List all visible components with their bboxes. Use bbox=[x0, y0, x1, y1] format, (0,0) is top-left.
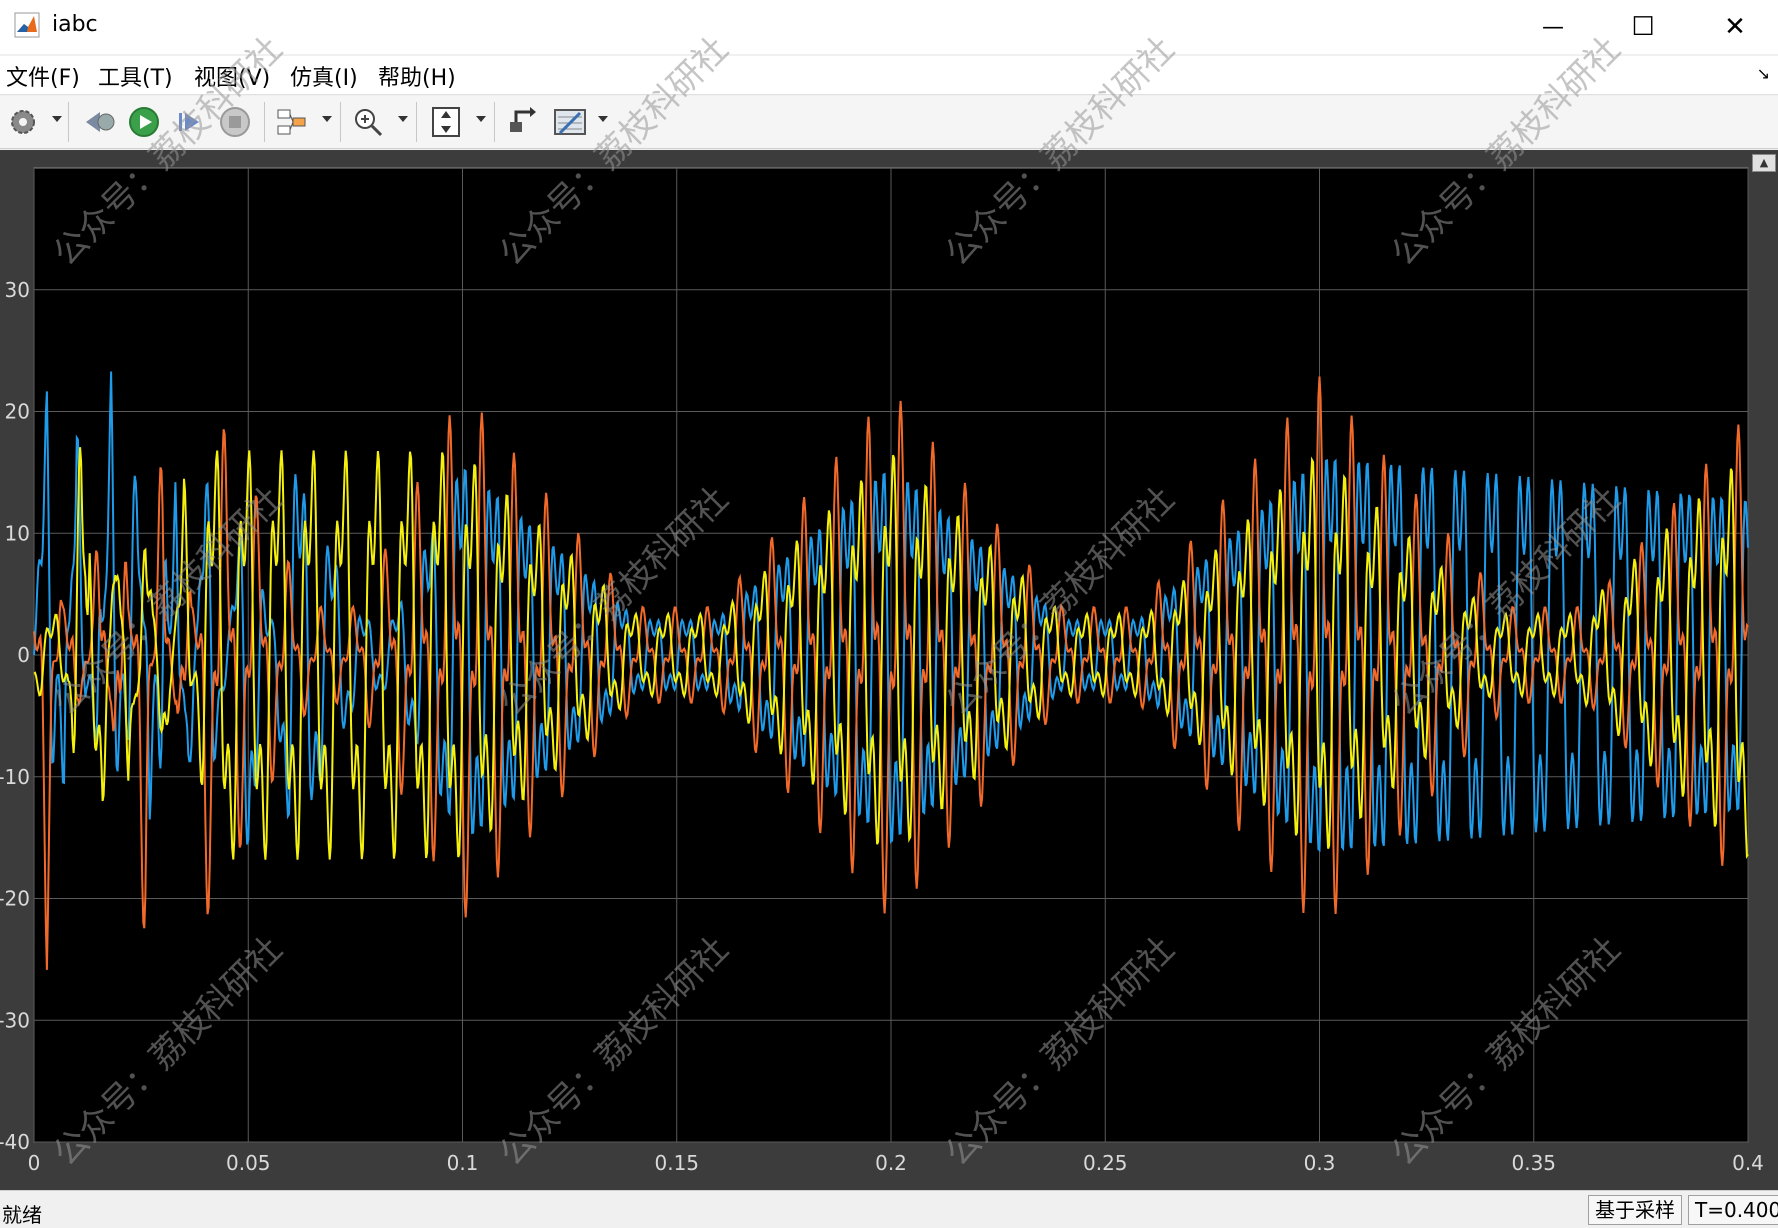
x-tick-label: 0.2 bbox=[875, 1151, 907, 1175]
toolbar-separator bbox=[416, 102, 417, 142]
toolbar-separator bbox=[68, 102, 69, 142]
y-tick-label: -30 bbox=[0, 1008, 30, 1032]
matlab-logo-icon bbox=[14, 12, 40, 38]
autoscale-dropdown-icon[interactable] bbox=[476, 116, 486, 122]
y-tick-label: 0 bbox=[17, 643, 30, 667]
menu-simulation[interactable]: 仿真(I) bbox=[290, 60, 358, 92]
window-title: iabc bbox=[52, 12, 98, 37]
y-tick-label: 10 bbox=[5, 521, 30, 545]
sample-mode-indicator: 基于采样 bbox=[1588, 1195, 1682, 1225]
minimize-icon: — bbox=[1542, 14, 1564, 40]
toolbar-separator bbox=[264, 102, 265, 142]
maximize-icon: ☐ bbox=[1631, 12, 1655, 42]
x-tick-label: 0.1 bbox=[447, 1151, 479, 1175]
highlight-block-button[interactable] bbox=[504, 104, 540, 140]
close-button[interactable]: ✕ bbox=[1700, 0, 1770, 54]
signal-selector-dropdown-icon[interactable] bbox=[322, 116, 332, 122]
y-tick-label: -20 bbox=[0, 887, 30, 911]
simulation-time: T=0.400 bbox=[1688, 1195, 1778, 1225]
status-text: 就绪 bbox=[2, 1203, 42, 1227]
maximize-button[interactable]: ☐ bbox=[1608, 0, 1678, 54]
undock-axes-button[interactable]: ▲ bbox=[1752, 154, 1776, 172]
autoscale-button[interactable] bbox=[428, 104, 464, 140]
y-tick-label: 20 bbox=[5, 400, 30, 424]
x-tick-label: 0.3 bbox=[1304, 1151, 1336, 1175]
x-tick-label: 0.25 bbox=[1083, 1151, 1128, 1175]
x-tick-label: 0.15 bbox=[654, 1151, 699, 1175]
signal-selector-button[interactable] bbox=[274, 104, 310, 140]
settings-dropdown-icon[interactable] bbox=[52, 116, 62, 122]
zoom-in-button[interactable] bbox=[350, 104, 386, 140]
close-icon: ✕ bbox=[1724, 12, 1746, 42]
y-tick-label: 30 bbox=[5, 278, 30, 302]
undock-icon[interactable]: ↘ bbox=[1757, 64, 1770, 83]
status-bar: 就绪 基于采样 T=0.400 bbox=[0, 1190, 1778, 1227]
toolbar-separator bbox=[494, 102, 495, 142]
x-tick-label: 0.05 bbox=[226, 1151, 271, 1175]
measurements-button[interactable] bbox=[550, 104, 590, 140]
signal-selector-icon bbox=[277, 109, 306, 135]
measurements-icon bbox=[554, 109, 586, 135]
highlight-block-icon bbox=[510, 107, 536, 132]
x-tick-label: 0.4 bbox=[1732, 1151, 1764, 1175]
y-tick-label: -10 bbox=[0, 765, 30, 789]
zoom-in-icon bbox=[355, 109, 383, 137]
autoscale-icon bbox=[432, 107, 460, 137]
settings-icon bbox=[11, 110, 35, 134]
step-back-button[interactable] bbox=[80, 104, 120, 140]
step-back-icon bbox=[86, 112, 115, 132]
menu-help[interactable]: 帮助(H) bbox=[378, 60, 456, 92]
x-tick-label: 0 bbox=[28, 1151, 41, 1175]
settings-button[interactable] bbox=[6, 104, 40, 140]
x-tick-label: 0.35 bbox=[1511, 1151, 1556, 1175]
y-tick-label: -40 bbox=[0, 1130, 30, 1154]
zoom-dropdown-icon[interactable] bbox=[398, 116, 408, 122]
menu-tools[interactable]: 工具(T) bbox=[98, 60, 173, 92]
toolbar-separator bbox=[340, 102, 341, 142]
menu-file[interactable]: 文件(F) bbox=[6, 60, 80, 92]
